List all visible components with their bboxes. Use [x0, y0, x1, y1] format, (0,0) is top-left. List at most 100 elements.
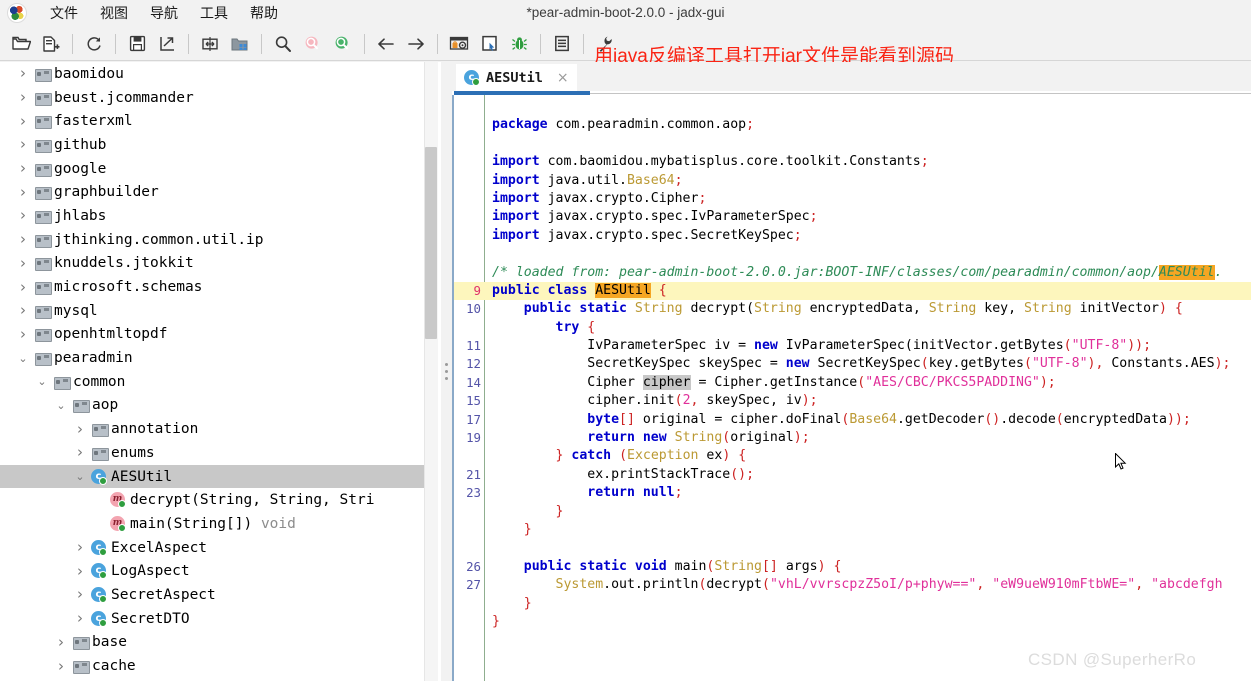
- code-line: /* loaded from: pear-admin-boot-2.0.0.ja…: [454, 264, 1251, 282]
- tree-item[interactable]: › jthinking.common.util.ip: [0, 228, 424, 252]
- search-comment-icon[interactable]: [330, 31, 356, 57]
- chevron-right-icon[interactable]: ›: [71, 611, 89, 626]
- code-token: (: [857, 374, 866, 390]
- code-token: {: [587, 319, 596, 335]
- code-token: Base64: [626, 172, 675, 188]
- folder-icon: [89, 447, 109, 461]
- reload-icon[interactable]: [81, 31, 107, 57]
- chevron-right-icon[interactable]: ›: [71, 587, 89, 602]
- tree-item[interactable]: › jhlabs: [0, 204, 424, 228]
- menu-item-tools[interactable]: 工具: [189, 0, 239, 26]
- chevron-right-icon[interactable]: ›: [14, 161, 32, 176]
- code-viewer[interactable]: package com.pearadmin.common.aop; import …: [452, 95, 1251, 681]
- search-class-icon[interactable]: [300, 31, 326, 57]
- menu-item-file[interactable]: 文件: [39, 0, 89, 26]
- tree-item[interactable]: decrypt(String, String, Stri: [0, 488, 424, 512]
- chevron-down-icon[interactable]: ⌄: [14, 353, 32, 364]
- code-token: ,: [690, 393, 707, 409]
- toolbar-separator: [261, 33, 262, 54]
- chevron-right-icon[interactable]: ›: [14, 137, 32, 152]
- chevron-right-icon[interactable]: ›: [52, 634, 70, 650]
- add-files-icon[interactable]: [38, 31, 64, 57]
- chevron-right-icon[interactable]: ›: [14, 255, 32, 271]
- tree-item[interactable]: › knuddels.jtokkit: [0, 252, 424, 276]
- code-token: ;: [698, 190, 707, 206]
- tree-item[interactable]: › beust.jcommander: [0, 86, 424, 110]
- chevron-right-icon[interactable]: ›: [14, 279, 32, 295]
- toolbar-separator: [72, 33, 73, 54]
- search-icon[interactable]: [270, 31, 296, 57]
- forward-arrow-icon[interactable]: [403, 31, 429, 57]
- tree-item[interactable]: › LogAspect: [0, 559, 424, 583]
- tree-item[interactable]: › base: [0, 631, 424, 655]
- chevron-down-icon[interactable]: ⌄: [33, 376, 51, 387]
- log-viewer-icon[interactable]: [549, 31, 575, 57]
- tree-item[interactable]: main(String[]) void: [0, 512, 424, 536]
- tree-item[interactable]: › SecretAspect: [0, 583, 424, 607]
- flatten-packages-icon[interactable]: [227, 31, 253, 57]
- tree-item[interactable]: ⌄ aop: [0, 394, 424, 418]
- back-arrow-icon[interactable]: [373, 31, 399, 57]
- tree-item[interactable]: › cache: [0, 654, 424, 678]
- tree-item[interactable]: ⌄ common: [0, 370, 424, 394]
- open-file-icon[interactable]: [8, 31, 34, 57]
- save-all-icon[interactable]: [124, 31, 150, 57]
- bug-icon[interactable]: [506, 31, 532, 57]
- chevron-right-icon[interactable]: ›: [52, 658, 70, 674]
- tree-item[interactable]: › google: [0, 157, 424, 181]
- tree-scrollbar-thumb[interactable]: [425, 147, 437, 339]
- code-token: System: [555, 577, 604, 593]
- tree-item[interactable]: › ExcelAspect: [0, 536, 424, 560]
- package-tree[interactable]: › baomidou › beust.jcommander › fasterxml › git…: [0, 62, 424, 681]
- code-token: ;: [746, 117, 755, 133]
- chevron-right-icon[interactable]: ›: [71, 563, 89, 579]
- tree-item[interactable]: ⌄ AESUtil: [0, 464, 424, 489]
- code-token: initVector: [1071, 301, 1159, 317]
- editor-panel: AESUtil × package com.pearadmin.common.a…: [452, 62, 1251, 681]
- tree-item[interactable]: › mysql: [0, 299, 424, 323]
- tabbar-bottom-border: [590, 93, 1251, 94]
- menu-item-navigation[interactable]: 导航: [139, 0, 189, 26]
- chevron-right-icon[interactable]: ›: [14, 326, 32, 342]
- chevron-right-icon[interactable]: ›: [71, 540, 89, 555]
- quark-icon[interactable]: [476, 31, 502, 57]
- chevron-down-icon[interactable]: ⌄: [71, 471, 89, 482]
- chevron-right-icon[interactable]: ›: [14, 184, 32, 200]
- tree-item[interactable]: › fasterxml: [0, 109, 424, 133]
- tree-item-return-type: void: [252, 515, 296, 532]
- chevron-right-icon[interactable]: ›: [14, 303, 32, 318]
- chevron-right-icon[interactable]: ›: [71, 445, 89, 460]
- code-token: skeySpec, iv: [706, 393, 802, 409]
- chevron-right-icon[interactable]: ›: [14, 232, 32, 247]
- tree-item-label: google: [54, 160, 107, 177]
- code-text: import com.baomidou.mybatisplus.core.too…: [492, 153, 929, 171]
- close-icon[interactable]: ×: [557, 71, 569, 85]
- chevron-right-icon[interactable]: ›: [14, 208, 32, 223]
- tree-item[interactable]: › annotation: [0, 417, 424, 441]
- chevron-down-icon[interactable]: ⌄: [52, 400, 70, 411]
- tree-item[interactable]: › github: [0, 133, 424, 157]
- code-token: Base64: [849, 411, 897, 427]
- tree-item[interactable]: › microsoft.schemas: [0, 275, 424, 299]
- toolbar-separator: [437, 33, 438, 54]
- deobfuscation-icon[interactable]: [446, 31, 472, 57]
- chevron-right-icon[interactable]: ›: [14, 90, 32, 105]
- tree-item[interactable]: › enums: [0, 441, 424, 465]
- tree-item[interactable]: › graphbuilder: [0, 180, 424, 204]
- panel-splitter[interactable]: [441, 62, 452, 681]
- tree-item[interactable]: › baomidou: [0, 62, 424, 86]
- export-icon[interactable]: [154, 31, 180, 57]
- menu-item-help[interactable]: 帮助: [239, 0, 289, 26]
- tab-aesutil[interactable]: AESUtil ×: [456, 64, 577, 91]
- code-text: /* loaded from: pear-admin-boot-2.0.0.ja…: [492, 264, 1222, 282]
- menu-item-view[interactable]: 视图: [89, 0, 139, 26]
- tree-item[interactable]: ⌄ pearadmin: [0, 346, 424, 370]
- tree-item[interactable]: › SecretDTO: [0, 607, 424, 631]
- chevron-right-icon[interactable]: ›: [71, 421, 89, 437]
- chevron-right-icon[interactable]: ›: [14, 66, 32, 81]
- class-icon: [89, 610, 109, 627]
- tree-item-label: SecretDTO: [111, 610, 190, 627]
- tree-item[interactable]: › openhtmltopdf: [0, 323, 424, 347]
- chevron-right-icon[interactable]: ›: [14, 113, 32, 129]
- sync-icon[interactable]: [197, 31, 223, 57]
